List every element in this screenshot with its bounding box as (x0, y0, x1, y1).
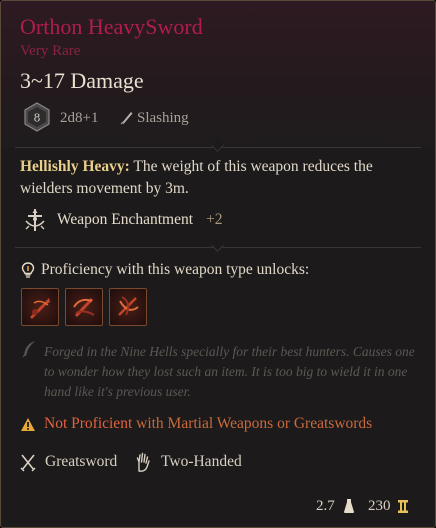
crossed-swords-icon (20, 454, 36, 472)
item-price: 230 (368, 498, 391, 514)
passive-name: Hellishly Heavy: (20, 158, 130, 175)
weapon-action-icon (118, 296, 139, 316)
item-rarity: Very Rare (20, 43, 81, 59)
weight-icon (344, 499, 354, 513)
dice-formula: 2d8+1 (60, 110, 99, 126)
hand-icon (136, 452, 150, 472)
enchantment-label: Weapon Enchantment (57, 211, 194, 228)
weapon-action-2[interactable] (65, 288, 103, 326)
item-name: Orthon HeavySword (20, 14, 203, 39)
enchantment-value: +2 (206, 211, 223, 228)
weapon-action-3[interactable] (109, 288, 147, 326)
gold-coin-icon (398, 500, 408, 513)
slash-icon (120, 112, 133, 125)
damage-range: 3~17 Damage (20, 68, 144, 93)
svg-text:8: 8 (34, 112, 41, 125)
not-proficient-label: Not Proficient (44, 415, 133, 432)
weapon-type: Greatsword (45, 453, 118, 470)
divider-ornament (211, 239, 224, 252)
warning-detail: with Martial Weapons or Greatswords (132, 415, 373, 432)
warning-icon (21, 418, 35, 431)
enchantment-icon (25, 209, 45, 231)
handedness: Two-Handed (161, 453, 242, 470)
damage-type: Slashing (137, 110, 189, 126)
proficiency-label: Proficiency with this weapon type unlock… (41, 261, 310, 278)
item-weight: 2.7 (316, 498, 335, 514)
flavor-text: Forged in the Nine Hells specially for t… (44, 344, 415, 399)
quill-icon (22, 341, 35, 358)
weapon-action-icon (30, 298, 50, 319)
proficiency-warning: Not Proficient with Martial Weapons or G… (44, 415, 372, 433)
weapon-action-icon (73, 297, 95, 318)
item-tooltip: Orthon HeavySword Very Rare 3~17 Damage … (0, 0, 436, 528)
weapon-action-1[interactable] (21, 288, 59, 326)
d8-dice-icon: 8 (24, 102, 50, 132)
lightbulb-icon (21, 262, 35, 278)
passive-description: Hellishly Heavy: The weight of this weap… (20, 156, 420, 200)
